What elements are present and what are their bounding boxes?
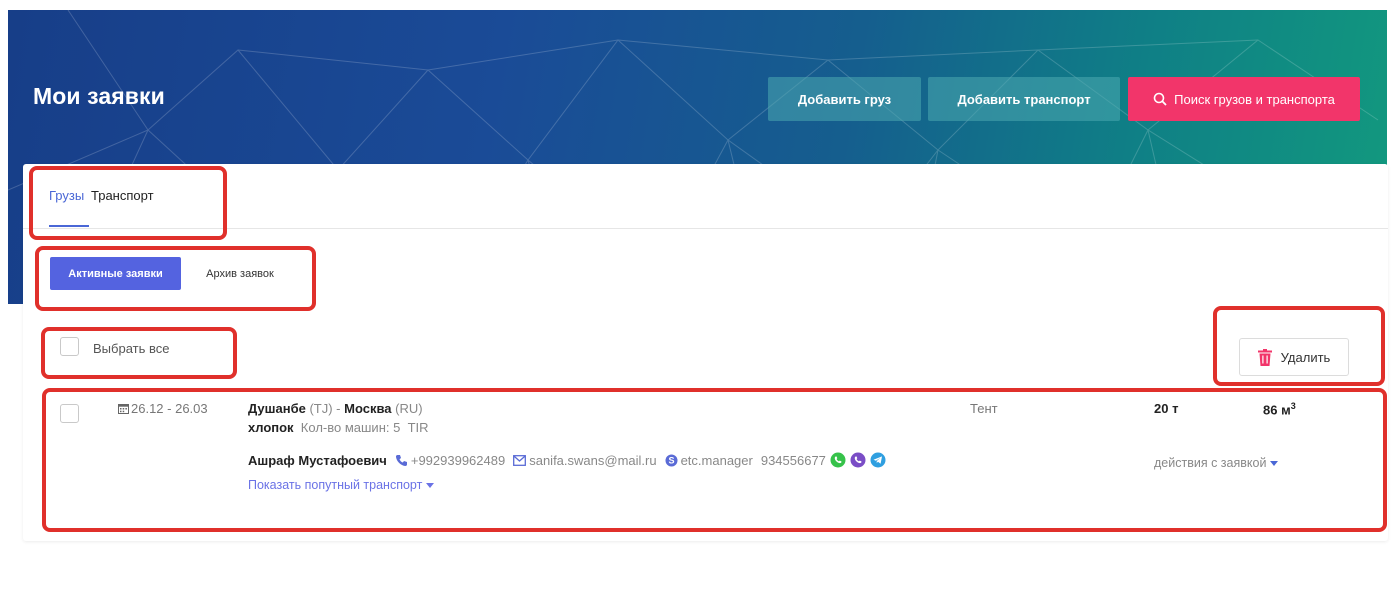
email-address: sanifa.swans@mail.ru bbox=[529, 452, 657, 468]
show-transport-link[interactable]: Показать попутный транспорт bbox=[248, 478, 434, 492]
show-transport-label: Показать попутный транспорт bbox=[248, 478, 423, 492]
cars-count: Кол-во машин: 5 bbox=[300, 420, 401, 435]
volume: 86 м3 bbox=[1263, 401, 1296, 417]
search-button-label: Поиск грузов и транспорта bbox=[1174, 91, 1335, 107]
body-type: Тент bbox=[970, 401, 998, 416]
route: Душанбе (TJ) - Москва (RU) bbox=[248, 401, 423, 416]
svg-text:S: S bbox=[668, 455, 674, 465]
email-item[interactable]: sanifa.swans@mail.ru bbox=[513, 452, 657, 468]
skype-item[interactable]: S etc.manager bbox=[665, 453, 753, 468]
skype-name: etc.manager bbox=[680, 452, 753, 468]
whatsapp-icon[interactable] bbox=[830, 452, 846, 468]
email-icon bbox=[513, 454, 527, 466]
cargo-name: хлопок bbox=[248, 420, 294, 435]
requests-card: Грузы Транспорт Активные заявки Архив за… bbox=[23, 164, 1388, 541]
phone-number: +992939962489 bbox=[410, 452, 506, 468]
route-to-city: Москва bbox=[344, 401, 392, 416]
cargo-details: хлопок Кол-во машин: 5 TIR bbox=[248, 420, 429, 435]
tir-label: TIR bbox=[407, 420, 429, 435]
route-from-city: Душанбе bbox=[248, 401, 306, 416]
request-actions-label: действия с заявкой bbox=[1154, 456, 1267, 470]
search-icon bbox=[1153, 92, 1167, 106]
contact-name: Ашраф Мустафоевич bbox=[248, 452, 387, 468]
trash-icon bbox=[1257, 348, 1272, 366]
tab-cargo[interactable]: Грузы bbox=[49, 188, 84, 203]
request-checkbox[interactable] bbox=[60, 404, 79, 423]
request-actions-dropdown[interactable]: действия с заявкой bbox=[1154, 456, 1278, 470]
caret-down-icon bbox=[1269, 461, 1278, 466]
skype-icon: S bbox=[665, 454, 678, 467]
route-separator: - bbox=[332, 401, 345, 416]
route-to-country: (RU) bbox=[395, 401, 423, 416]
active-tab-indicator bbox=[49, 225, 89, 227]
caret-down-icon bbox=[425, 483, 434, 488]
request-dates: 26.12 - 26.03 bbox=[118, 401, 208, 416]
archive-requests-button[interactable]: Архив заявок bbox=[193, 257, 287, 290]
select-all-label: Выбрать все bbox=[93, 341, 170, 356]
phone-item[interactable]: +992939962489 bbox=[395, 453, 505, 468]
tab-transport[interactable]: Транспорт bbox=[91, 188, 154, 203]
volume-value: 86 м bbox=[1263, 402, 1291, 418]
add-transport-button[interactable]: Добавить транспорт bbox=[928, 77, 1120, 121]
request-row: 26.12 - 26.03 Душанбе (TJ) - Москва (RU)… bbox=[23, 390, 1388, 530]
viber-icon[interactable] bbox=[850, 452, 866, 468]
phone-icon bbox=[395, 454, 408, 467]
dates-text: 26.12 - 26.03 bbox=[131, 401, 208, 416]
active-requests-button[interactable]: Активные заявки bbox=[50, 257, 181, 290]
weight: 20 т bbox=[1154, 401, 1179, 416]
select-all-checkbox[interactable] bbox=[60, 337, 79, 356]
search-cargo-transport-button[interactable]: Поиск грузов и транспорта bbox=[1128, 77, 1360, 121]
delete-button-label: Удалить bbox=[1280, 349, 1331, 365]
volume-unit-sup: 3 bbox=[1290, 401, 1296, 411]
telegram-icon[interactable] bbox=[870, 452, 886, 468]
tabs-bar: Грузы Транспорт bbox=[23, 164, 1388, 229]
calendar-icon bbox=[118, 403, 129, 414]
page-title: Мои заявки bbox=[33, 83, 165, 109]
delete-button[interactable]: Удалить bbox=[1239, 338, 1349, 376]
messenger-number: 934556677 bbox=[760, 452, 826, 468]
add-cargo-button[interactable]: Добавить груз bbox=[768, 77, 921, 121]
contact-line: Ашраф Мустафоевич +992939962489 sanifa.s… bbox=[248, 452, 890, 468]
route-from-country: (TJ) bbox=[309, 401, 333, 416]
